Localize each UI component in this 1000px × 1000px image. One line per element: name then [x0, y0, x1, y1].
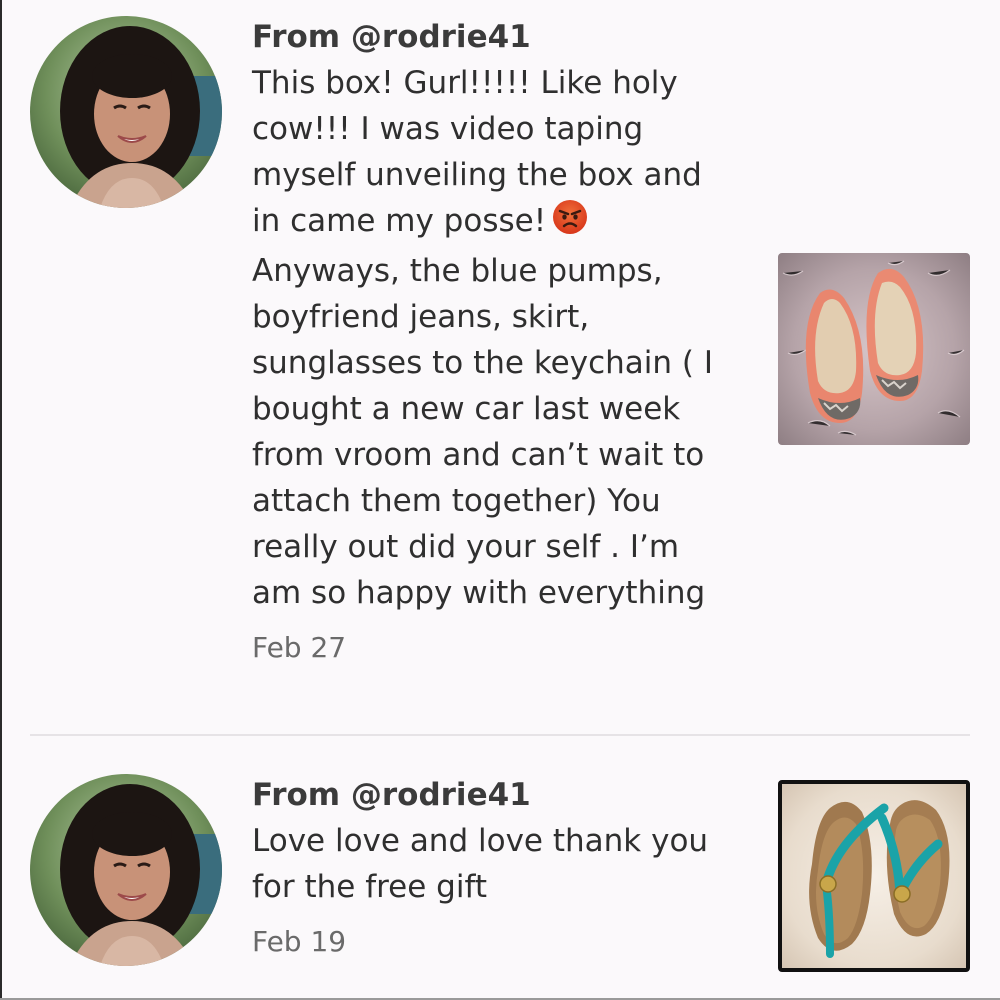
avatar-photo [30, 16, 222, 208]
avatar[interactable] [30, 16, 222, 208]
comment-date: Feb 19 [252, 925, 347, 958]
comment-item: From @rodrie41 This box! Gurl!!!!! Like … [0, 0, 1000, 735]
comment-author[interactable]: From @rodrie41 [252, 772, 752, 818]
coral-flats-photo [778, 253, 970, 445]
angry-face-emoji [552, 199, 588, 248]
comment-text: Love love and love thank you for the fre… [252, 823, 709, 905]
comment-text: This box! Gurl!!!!! Like holy cow!!! I w… [252, 65, 713, 611]
teal-flip-flops-photo [782, 784, 966, 968]
avatar-photo [30, 774, 222, 966]
comment-item: From @rodrie41 Love love and love thank … [0, 736, 1000, 998]
comment-author[interactable]: From @rodrie41 [252, 14, 752, 60]
avatar[interactable] [30, 774, 222, 966]
comment-date: Feb 27 [252, 631, 347, 664]
listing-thumbnail[interactable] [778, 253, 970, 445]
listing-thumbnail[interactable] [778, 780, 970, 972]
